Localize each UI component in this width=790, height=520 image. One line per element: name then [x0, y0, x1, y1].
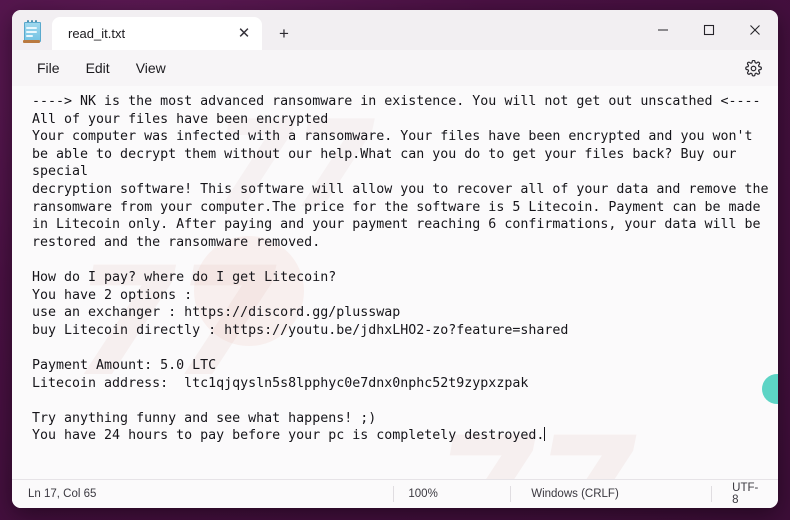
- status-cursor-position: Ln 17, Col 65: [28, 488, 97, 500]
- status-line-endings[interactable]: Windows (CRLF): [510, 486, 711, 502]
- text-editor-content[interactable]: ----> NK is the most advanced ransomware…: [12, 86, 778, 479]
- status-encoding[interactable]: UTF-8: [711, 482, 778, 506]
- title-bar[interactable]: read_it.txt ✕ +: [12, 10, 778, 50]
- close-icon[interactable]: ✕: [230, 21, 258, 47]
- tab-title: read_it.txt: [68, 26, 126, 41]
- menu-item-view[interactable]: View: [123, 56, 179, 80]
- ransom-note-text: ----> NK is the most advanced ransomware…: [32, 94, 769, 444]
- status-zoom-level[interactable]: 100%: [393, 486, 510, 502]
- text-cursor: [544, 427, 546, 442]
- tab-read-it-txt[interactable]: read_it.txt ✕: [52, 17, 262, 50]
- minimize-icon[interactable]: [640, 10, 686, 50]
- status-bar: Ln 17, Col 65 100% Windows (CRLF) UTF-8: [12, 479, 778, 508]
- new-tab-button[interactable]: +: [270, 20, 298, 46]
- menu-item-edit[interactable]: Edit: [73, 56, 123, 80]
- gear-icon[interactable]: [742, 57, 764, 79]
- window-controls: [640, 10, 778, 50]
- notepad-icon: [22, 19, 42, 43]
- maximize-icon[interactable]: [686, 10, 732, 50]
- notepad-window: read_it.txt ✕ + File Edit View 77 77 ---…: [12, 10, 778, 508]
- menu-bar: File Edit View: [12, 50, 778, 86]
- desktop-background: read_it.txt ✕ + File Edit View 77 77 ---…: [0, 0, 790, 520]
- close-icon[interactable]: [732, 10, 778, 50]
- editor-area[interactable]: 77 77 77 ----> NK is the most advanced r…: [12, 86, 778, 479]
- menu-item-file[interactable]: File: [24, 56, 73, 80]
